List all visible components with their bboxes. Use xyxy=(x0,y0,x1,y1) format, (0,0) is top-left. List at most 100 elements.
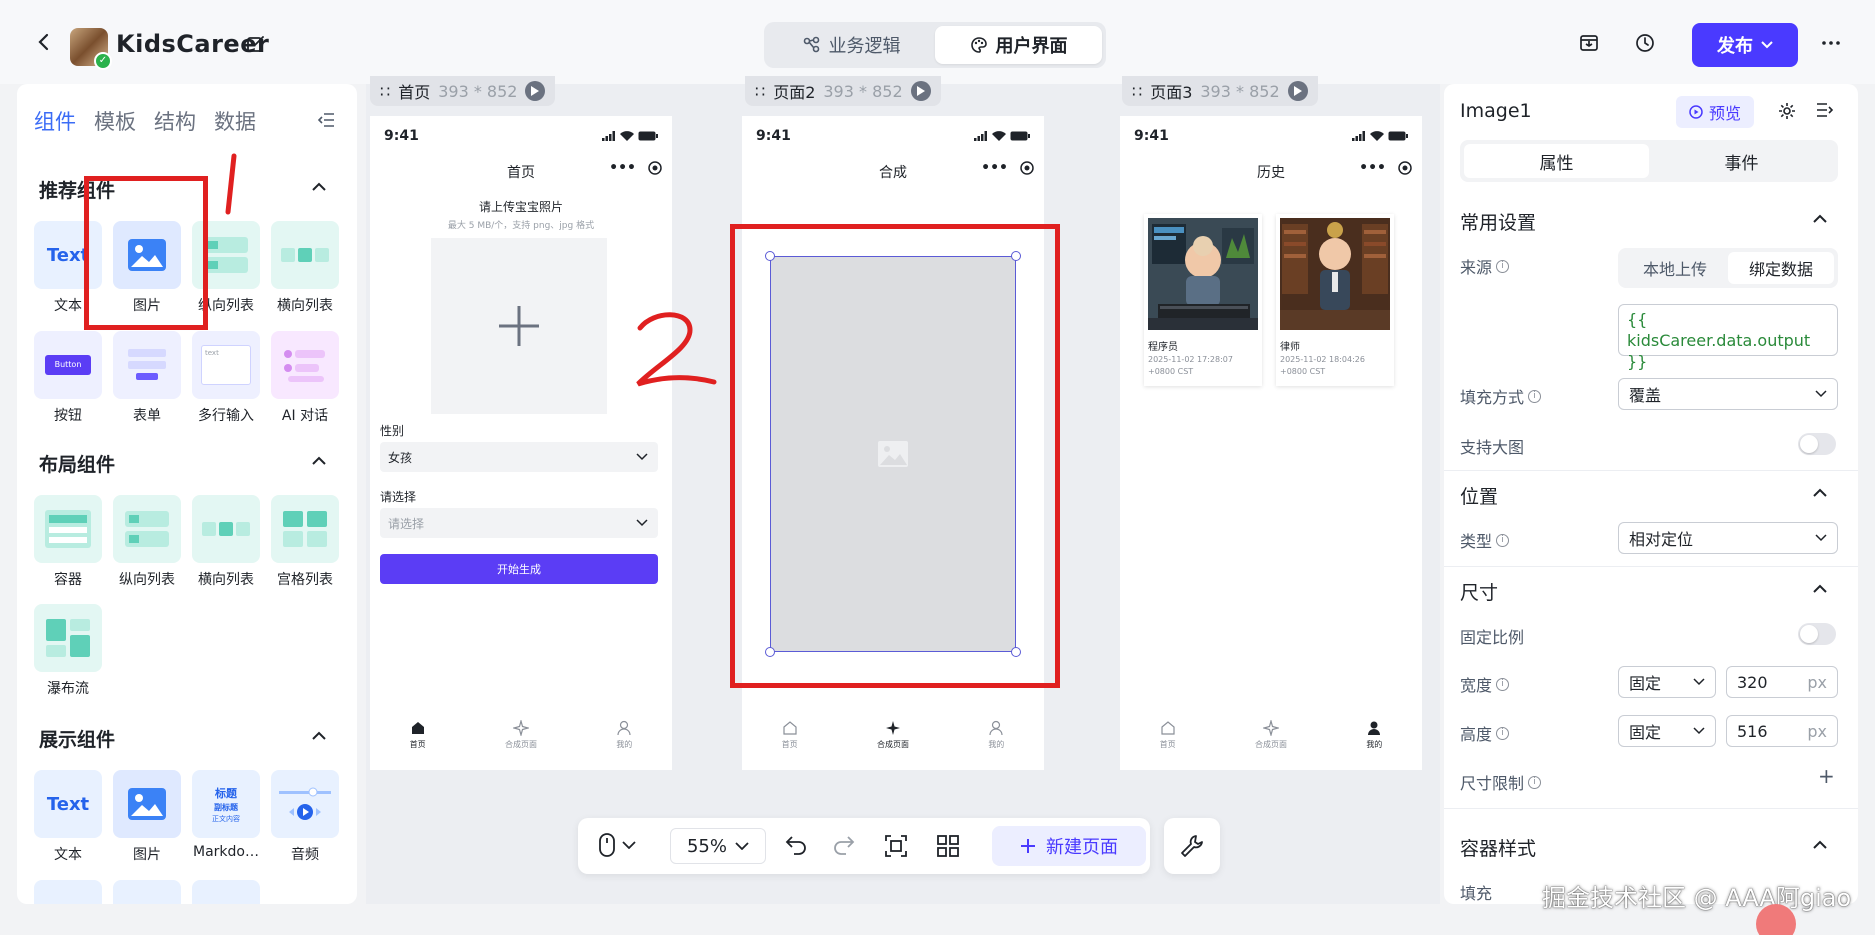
upload-photo-area[interactable] xyxy=(431,238,607,414)
resize-handle-bottom-left[interactable] xyxy=(765,647,775,657)
selected-image-component[interactable] xyxy=(770,256,1016,652)
info-icon[interactable]: i xyxy=(1496,533,1510,547)
fixed-ratio-toggle[interactable] xyxy=(1798,623,1836,645)
tabbar-item-mine[interactable]: 我的 xyxy=(1366,720,1382,760)
component-more[interactable] xyxy=(34,880,102,904)
component-ai-chat[interactable]: AI 对话 xyxy=(271,331,339,425)
redo-button[interactable] xyxy=(832,834,856,856)
component-button[interactable]: Button 按钮 xyxy=(34,331,102,425)
miniapp-capsule[interactable]: ••• xyxy=(981,160,1034,176)
source-option-local[interactable]: 本地上传 xyxy=(1622,252,1728,284)
play-icon[interactable] xyxy=(910,81,931,101)
preview-button[interactable]: 预览 xyxy=(1676,96,1754,128)
position-type-select[interactable]: 相对定位 xyxy=(1618,522,1838,554)
component-image[interactable]: 图片 xyxy=(113,221,181,315)
component-vertical-list[interactable]: 纵向列表 xyxy=(192,221,260,315)
component-textarea[interactable]: text 多行输入 xyxy=(192,331,260,425)
tabbar-item-compose[interactable]: 合成页面 xyxy=(1255,720,1287,760)
miniapp-capsule[interactable]: ••• xyxy=(1359,160,1412,176)
tabbar-item-home[interactable]: 首页 xyxy=(1160,720,1176,760)
chevron-up-icon[interactable] xyxy=(1812,584,1828,594)
component-markdown[interactable]: 标题 副标题 正文内容 Markdo… xyxy=(192,770,260,860)
tab-data[interactable]: 数据 xyxy=(214,106,256,136)
component-container[interactable]: 容器 xyxy=(34,495,102,589)
phone-page-history[interactable]: 9:41 历史 ••• 程序员 2025-11-02 17:28:07 +080… xyxy=(1120,116,1422,770)
tools-button[interactable] xyxy=(1164,818,1220,874)
tabbar-item-compose[interactable]: 合成页面 xyxy=(877,720,909,760)
new-page-button[interactable]: 新建页面 xyxy=(992,826,1146,866)
info-icon[interactable]: i xyxy=(1496,677,1510,691)
history-button[interactable] xyxy=(1634,32,1656,54)
info-icon[interactable]: i xyxy=(1528,389,1542,403)
fill-mode-select[interactable]: 覆盖 xyxy=(1618,378,1838,410)
big-image-toggle[interactable] xyxy=(1798,433,1836,455)
target-icon[interactable] xyxy=(1398,161,1412,175)
binding-expression-input[interactable]: {{ kidsCareer.data.output }} xyxy=(1618,304,1838,371)
gender-select[interactable]: 女孩 xyxy=(380,442,658,472)
more-dots-icon[interactable]: ••• xyxy=(981,160,1008,176)
more-options-button[interactable] xyxy=(1820,32,1842,54)
chevron-up-icon[interactable] xyxy=(1812,488,1828,498)
phone-page-home[interactable]: 9:41 首页 ••• 请上传宝宝照片 最大 5 MB/个，支持 png、jpg… xyxy=(370,116,672,770)
target-icon[interactable] xyxy=(1020,161,1034,175)
component-audio[interactable]: 音频 xyxy=(271,770,339,864)
page-label-page3[interactable]: ∷ 页面3 393 * 852 xyxy=(1122,76,1318,106)
edit-icon[interactable] xyxy=(246,34,266,54)
fit-screen-button[interactable] xyxy=(884,834,908,858)
component-form[interactable]: 表单 xyxy=(113,331,181,425)
layout-grid-button[interactable] xyxy=(936,834,960,858)
info-icon[interactable]: i xyxy=(1496,726,1510,740)
resize-handle-top-left[interactable] xyxy=(765,251,775,261)
start-generate-button[interactable]: 开始生成 xyxy=(380,554,658,584)
target-icon[interactable] xyxy=(648,161,662,175)
chevron-up-icon[interactable] xyxy=(311,456,327,466)
drag-handle-icon[interactable]: ∷ xyxy=(1132,82,1142,101)
info-icon[interactable]: i xyxy=(1528,775,1542,789)
tabbar-item-mine[interactable]: 我的 xyxy=(616,720,632,760)
chevron-up-icon[interactable] xyxy=(311,731,327,741)
resize-handle-top-right[interactable] xyxy=(1011,251,1021,261)
publish-button[interactable]: 发布 xyxy=(1692,23,1798,67)
resize-handle-bottom-right[interactable] xyxy=(1011,647,1021,657)
tabbar-item-mine[interactable]: 我的 xyxy=(988,720,1004,760)
chevron-up-icon[interactable] xyxy=(311,182,327,192)
undo-button[interactable] xyxy=(784,834,808,856)
component-horizontal-list[interactable]: 横向列表 xyxy=(271,221,339,315)
chevron-up-icon[interactable] xyxy=(1812,214,1828,224)
more-dots-icon[interactable]: ••• xyxy=(609,160,636,176)
component-more[interactable] xyxy=(192,880,260,904)
tabbar-item-home[interactable]: 首页 xyxy=(782,720,798,760)
history-card[interactable]: 程序员 2025-11-02 17:28:07 +0800 CST xyxy=(1144,214,1262,386)
add-size-limit-button[interactable]: + xyxy=(1818,764,1835,788)
more-dots-icon[interactable]: ••• xyxy=(1359,160,1386,176)
width-mode-select[interactable]: 固定 xyxy=(1618,666,1716,698)
component-horizontal-list[interactable]: 横向列表 xyxy=(192,495,260,589)
play-icon[interactable] xyxy=(525,81,546,101)
settings-button[interactable] xyxy=(1778,102,1796,120)
tab-structure[interactable]: 结构 xyxy=(154,106,196,136)
height-input[interactable]: 516 px xyxy=(1726,715,1838,747)
collapse-properties-button[interactable] xyxy=(1816,102,1834,118)
save-draft-button[interactable] xyxy=(1578,32,1600,54)
component-grid-list[interactable]: 宫格列表 xyxy=(271,495,339,589)
component-text[interactable]: Text 文本 xyxy=(34,770,102,864)
page-label-page2[interactable]: ∷ 页面2 393 * 852 xyxy=(745,76,941,106)
info-icon[interactable]: i xyxy=(1496,259,1510,273)
component-waterfall[interactable]: 瀑布流 xyxy=(34,604,102,698)
history-card[interactable]: 律师 2025-11-02 18:04:26 +0800 CST xyxy=(1276,214,1394,386)
tab-business-logic[interactable]: 业务逻辑 xyxy=(768,26,935,64)
width-input[interactable]: 320 px xyxy=(1726,666,1838,698)
collapse-panel-icon[interactable] xyxy=(317,112,335,128)
back-button[interactable] xyxy=(32,30,56,54)
tab-components[interactable]: 组件 xyxy=(34,106,76,136)
option-select[interactable]: 请选择 xyxy=(380,508,658,538)
page-label-home[interactable]: ∷ 首页 393 * 852 xyxy=(370,76,556,106)
chevron-up-icon[interactable] xyxy=(1812,840,1828,850)
component-text[interactable]: Text 文本 xyxy=(34,221,102,315)
tab-events[interactable]: 事件 xyxy=(1649,144,1834,178)
tab-templates[interactable]: 模板 xyxy=(94,106,136,136)
pointer-mode-button[interactable] xyxy=(598,832,636,858)
height-mode-select[interactable]: 固定 xyxy=(1618,715,1716,747)
design-canvas[interactable]: ∷ 首页 393 * 852 ∷ 页面2 393 * 852 ∷ 页面3 393… xyxy=(366,76,1440,904)
drag-handle-icon[interactable]: ∷ xyxy=(380,82,390,101)
